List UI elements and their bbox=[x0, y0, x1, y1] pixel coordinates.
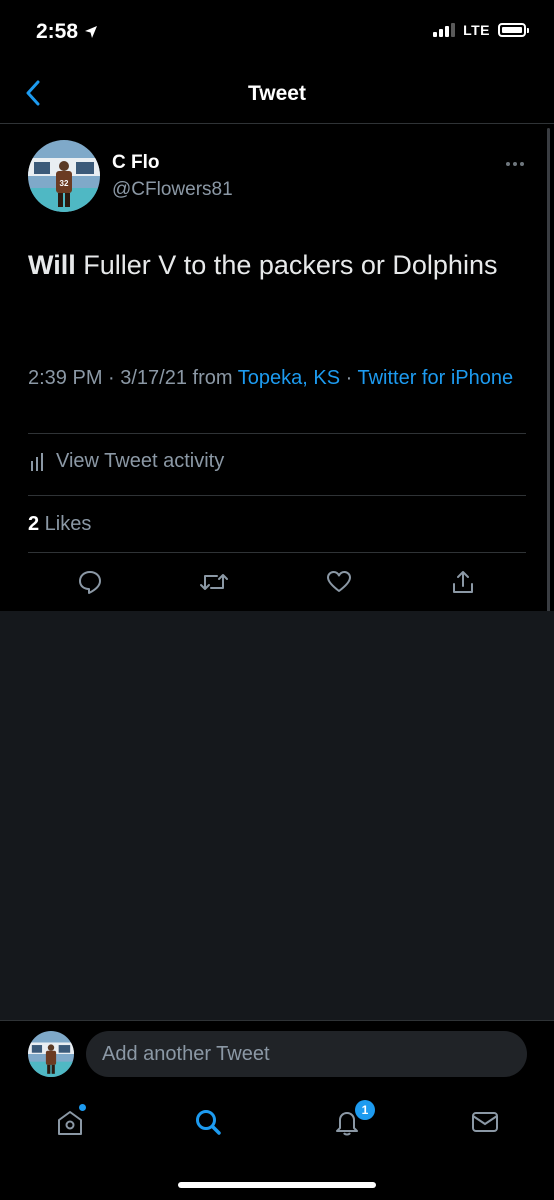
reply-composer bbox=[0, 1020, 554, 1091]
retweet-button[interactable] bbox=[196, 564, 232, 600]
likes-count: 2 bbox=[28, 513, 40, 535]
tab-search[interactable] bbox=[188, 1102, 228, 1142]
clock: 2:58 bbox=[36, 20, 79, 43]
source-link[interactable]: Twitter for iPhone bbox=[357, 367, 513, 389]
search-icon bbox=[196, 1110, 221, 1135]
tweet-text-rest: Fuller V to the packers or Dolphins bbox=[75, 250, 498, 280]
author-handle[interactable]: @CFlowers81 bbox=[112, 179, 233, 201]
more-options-icon[interactable] bbox=[506, 162, 524, 166]
home-indicator[interactable] bbox=[178, 1182, 376, 1188]
retweet-icon bbox=[200, 574, 228, 590]
battery-icon bbox=[498, 23, 529, 37]
like-button[interactable] bbox=[321, 564, 357, 600]
signal-icon bbox=[433, 23, 456, 37]
likes-label: Likes bbox=[39, 513, 92, 535]
tab-messages[interactable] bbox=[465, 1102, 505, 1142]
share-button[interactable] bbox=[445, 564, 481, 600]
share-icon bbox=[453, 571, 473, 593]
network-type: LTE bbox=[463, 22, 490, 38]
view-activity-button[interactable]: View Tweet activity bbox=[30, 450, 224, 473]
divider bbox=[28, 495, 526, 496]
new-content-dot bbox=[79, 1104, 86, 1111]
tab-notifications[interactable]: 1 bbox=[327, 1100, 375, 1142]
avatar[interactable] bbox=[28, 1031, 74, 1077]
likes-summary[interactable]: 2 Likes bbox=[28, 513, 91, 536]
tweet-detail: 32 C Flo @CFlowers81 Will Fuller V to th… bbox=[0, 124, 554, 1018]
heart-icon bbox=[327, 571, 351, 592]
location-link[interactable]: Topeka, KS bbox=[238, 367, 340, 389]
status-bar: 2:58 LTE bbox=[0, 0, 554, 64]
status-time: 2:58 bbox=[36, 20, 98, 44]
tweet-meta: 2:39 PM · 3/17/21 from Topeka, KS · Twit… bbox=[28, 361, 518, 395]
svg-text:32: 32 bbox=[60, 179, 69, 188]
location-arrow-icon bbox=[85, 26, 98, 38]
nav-bar: Tweet bbox=[0, 64, 554, 124]
tab-home[interactable] bbox=[50, 1102, 90, 1142]
tweet-text-bold: Will bbox=[28, 250, 76, 280]
avatar[interactable]: 32 bbox=[28, 140, 100, 212]
tab-bar: 1 bbox=[0, 1090, 554, 1200]
reply-icon bbox=[79, 571, 101, 594]
notification-badge: 1 bbox=[355, 1100, 375, 1120]
divider bbox=[28, 552, 526, 553]
action-bar bbox=[0, 564, 554, 604]
divider bbox=[28, 433, 526, 434]
empty-area bbox=[0, 611, 554, 1020]
home-icon bbox=[58, 1111, 82, 1135]
author-name[interactable]: C Flo bbox=[112, 152, 160, 174]
tweet-timestamp: 2:39 PM · 3/17/21 from bbox=[28, 367, 238, 389]
analytics-icon bbox=[31, 452, 43, 471]
tweet-text: Will Fuller V to the packers or Dolphins bbox=[28, 244, 528, 287]
activity-label: View Tweet activity bbox=[56, 450, 225, 472]
reply-input[interactable] bbox=[86, 1031, 527, 1077]
reply-button[interactable] bbox=[72, 564, 108, 600]
page-title: Tweet bbox=[248, 82, 306, 105]
meta-separator: · bbox=[340, 367, 358, 389]
status-indicators: LTE bbox=[433, 22, 529, 38]
mail-icon bbox=[472, 1112, 498, 1132]
